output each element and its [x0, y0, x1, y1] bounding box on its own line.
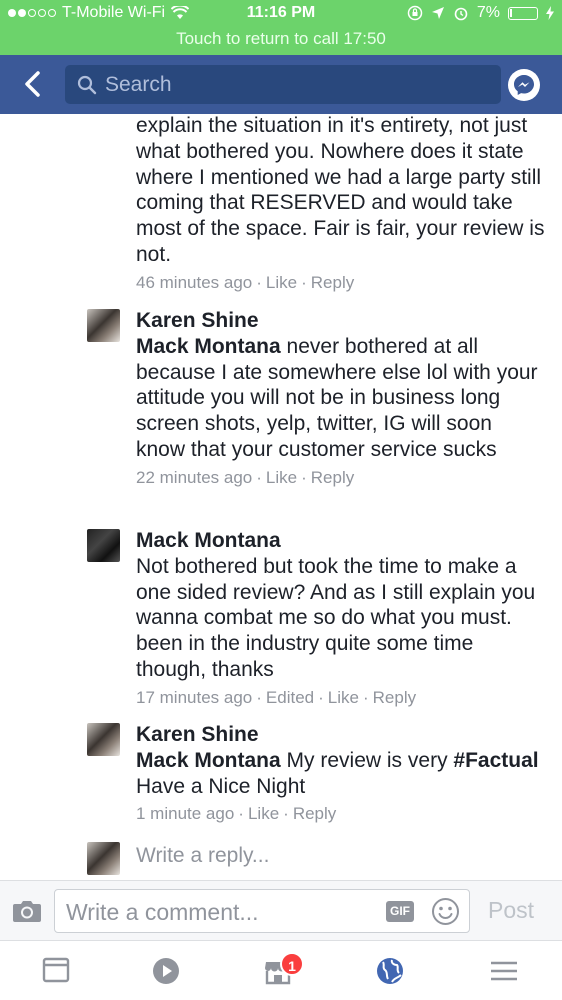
- tab-watch[interactable]: [151, 956, 181, 986]
- emoji-button[interactable]: [431, 897, 460, 926]
- reply-link[interactable]: Reply: [311, 468, 354, 487]
- play-icon: [153, 958, 179, 984]
- comment-timestamp: 22 minutes ago: [136, 467, 253, 487]
- rotation-lock-icon: [407, 5, 423, 21]
- comment-meta: 46 minutes ago · Like · Reply: [136, 272, 355, 292]
- camera-button[interactable]: [12, 898, 42, 924]
- comment-text: My review is very: [286, 748, 448, 772]
- comment-box: GIF: [54, 889, 470, 933]
- battery-percent: 7%: [476, 4, 500, 21]
- avatar[interactable]: [87, 723, 120, 756]
- mention-link[interactable]: Mack Montana: [136, 335, 281, 358]
- commenter-name[interactable]: Karen Shine: [136, 722, 546, 748]
- like-link[interactable]: Like: [248, 804, 279, 823]
- search-icon: [77, 75, 97, 94]
- comment-input[interactable]: [66, 899, 376, 926]
- battery-icon: [508, 6, 538, 20]
- status-row: T-Mobile Wi-Fi 11:16 PM 7%: [0, 4, 562, 26]
- reply-link[interactable]: Reply: [373, 688, 416, 707]
- bottom-tab-bar: 1: [0, 940, 562, 1000]
- charging-bolt-icon: [546, 6, 554, 20]
- post-button[interactable]: Post: [488, 897, 534, 924]
- comment-meta: 17 minutes ago · Edited · Like · Reply: [136, 687, 417, 707]
- smiley-icon: [432, 898, 459, 925]
- like-link[interactable]: Like: [328, 688, 359, 707]
- return-to-call-text[interactable]: Touch to return to call 17:50: [0, 29, 562, 49]
- camera-icon: [13, 901, 41, 922]
- status-icons: 7%: [407, 4, 554, 22]
- avatar: [87, 842, 120, 875]
- gif-button[interactable]: GIF: [386, 901, 414, 922]
- search-bar[interactable]: [65, 65, 501, 104]
- avatar[interactable]: [87, 529, 120, 562]
- comment-meta: 1 minute ago · Like · Reply: [136, 804, 337, 824]
- location-arrow-icon: [431, 7, 444, 19]
- avatar[interactable]: [87, 309, 120, 342]
- reply-row: [0, 840, 562, 879]
- comment-text: Not bothered but took the time to make a…: [136, 554, 536, 681]
- news-feed-icon: [42, 957, 70, 983]
- notification-badge: 1: [280, 952, 304, 976]
- hashtag-link[interactable]: #Factual: [453, 749, 538, 772]
- comment-timestamp: 17 minutes ago: [136, 687, 253, 707]
- globe-icon: [377, 958, 403, 984]
- commenter-name[interactable]: Karen Shine: [136, 308, 546, 334]
- hamburger-menu-icon: [491, 961, 517, 981]
- tab-news-feed[interactable]: [42, 956, 72, 986]
- tab-notifications[interactable]: [375, 956, 405, 986]
- comment-body: Karen Shine Mack Montana never bothered …: [136, 308, 546, 488]
- commenter-name[interactable]: Mack Montana: [136, 528, 546, 554]
- comment-composer: GIF Post: [0, 880, 562, 940]
- mention-link[interactable]: Mack Montana: [136, 749, 281, 772]
- search-input[interactable]: [105, 72, 485, 97]
- back-button[interactable]: [18, 69, 48, 99]
- comment-body: Mack Montana Not bothered but took the t…: [136, 528, 546, 708]
- comment-timestamp: 1 minute ago: [136, 804, 235, 824]
- battery-level: [510, 8, 512, 17]
- comment-timestamp: 46 minutes ago: [136, 272, 253, 292]
- comment-text-continued: Have a Nice Night: [136, 774, 306, 798]
- messenger-button[interactable]: [508, 69, 540, 101]
- messenger-icon: [514, 75, 534, 95]
- reply-link[interactable]: Reply: [293, 804, 336, 823]
- like-link[interactable]: Like: [266, 273, 297, 292]
- edited-label[interactable]: Edited: [266, 688, 314, 707]
- comment-thread: explain the situation in it's entirety, …: [0, 114, 562, 879]
- alarm-icon: [454, 7, 468, 21]
- like-link[interactable]: Like: [266, 468, 297, 487]
- reply-link[interactable]: Reply: [311, 273, 354, 292]
- chevron-left-icon: [25, 71, 40, 97]
- tab-menu[interactable]: [489, 956, 519, 986]
- comment-body: Karen Shine Mack Montana My review is ve…: [136, 722, 546, 824]
- comment-body: explain the situation in it's entirety, …: [136, 114, 546, 293]
- reply-input[interactable]: [136, 844, 516, 868]
- comment-text: explain the situation in it's entirety, …: [136, 114, 545, 266]
- comment-meta: 22 minutes ago · Like · Reply: [136, 467, 355, 487]
- call-status-bar[interactable]: T-Mobile Wi-Fi 11:16 PM 7% Touch to retu…: [0, 0, 562, 55]
- navigation-header: [0, 55, 562, 114]
